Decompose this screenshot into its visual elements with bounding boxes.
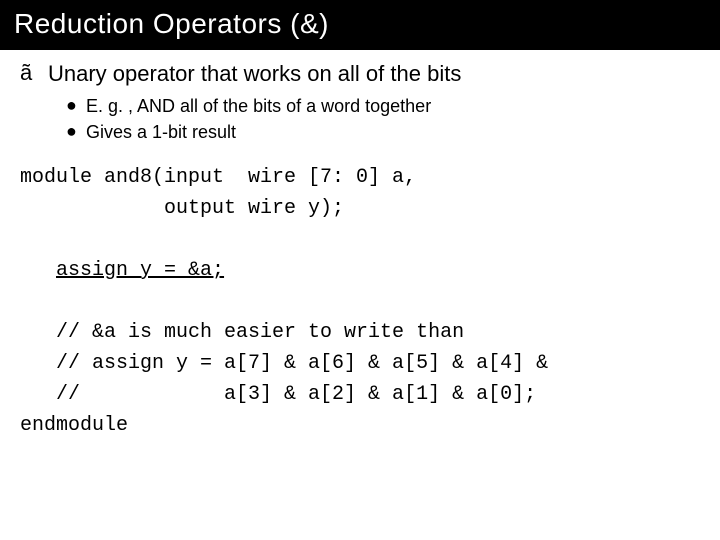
code-indent (20, 259, 56, 282)
slide-title: Reduction Operators (&) (14, 8, 706, 40)
disc-icon: ● (66, 120, 86, 143)
code-line: output wire y); (20, 197, 344, 220)
code-line: module and8(input wire [7: 0] a, (20, 166, 416, 189)
top-bullet: ã Unary operator that works on all of th… (20, 60, 700, 88)
slide-content: ã Unary operator that works on all of th… (0, 50, 720, 441)
code-line: // assign y = a[7] & a[6] & a[5] & a[4] … (20, 352, 548, 375)
code-block: module and8(input wire [7: 0] a, output … (20, 162, 700, 441)
code-line: // a[3] & a[2] & a[1] & a[0]; (20, 383, 536, 406)
code-line-underlined: assign y = &a; (56, 259, 224, 282)
sub-bullet-text: Gives a 1-bit result (86, 120, 236, 144)
bullet-glyph: ã (20, 60, 48, 86)
code-line: endmodule (20, 414, 128, 437)
sub-bullet-item: ● Gives a 1-bit result (66, 120, 700, 144)
disc-icon: ● (66, 94, 86, 117)
top-bullet-text: Unary operator that works on all of the … (48, 60, 461, 88)
sub-bullet-list: ● E. g. , AND all of the bits of a word … (66, 94, 700, 145)
title-bar: Reduction Operators (&) (0, 0, 720, 50)
sub-bullet-item: ● E. g. , AND all of the bits of a word … (66, 94, 700, 118)
code-line: // &a is much easier to write than (20, 321, 464, 344)
slide: Reduction Operators (&) ã Unary operator… (0, 0, 720, 540)
sub-bullet-text: E. g. , AND all of the bits of a word to… (86, 94, 431, 118)
